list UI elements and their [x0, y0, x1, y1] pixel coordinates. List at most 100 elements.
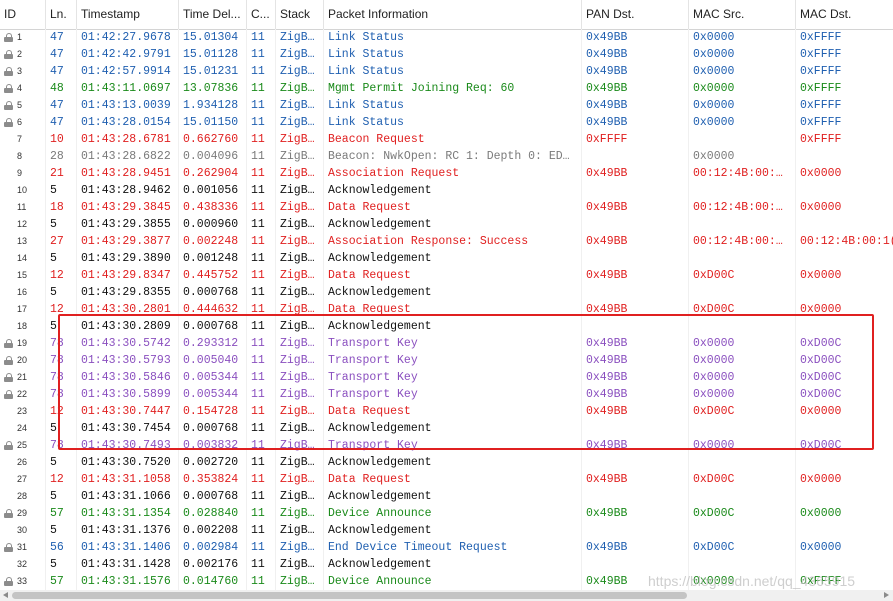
table-row[interactable]: 27 12 01:43:31.1058 0.353824 11 ZigB… Data Req… [0, 471, 893, 488]
table-row[interactable]: 29 57 01:43:31.1354 0.028840 11 ZigB… Device A… [0, 505, 893, 522]
table-row[interactable]: 11 18 01:43:29.3845 0.438336 11 ZigB… Data Req… [0, 199, 893, 216]
row-id: 7 [17, 134, 23, 144]
column-header-time-delta[interactable]: Time Del... [178, 0, 246, 29]
column-header-channel[interactable]: C... [246, 0, 275, 29]
cell-packet-information: Data Request [323, 471, 581, 488]
table-row[interactable]: 24 5 01:43:30.7454 0.000768 11 ZigB… Acknowled… [0, 420, 893, 437]
table-row[interactable]: 3 47 01:42:57.9914 15.01231 11 ZigB… Link Stat… [0, 63, 893, 80]
lock-icon [4, 339, 13, 348]
cell-id: 32 [0, 556, 44, 573]
table-row[interactable]: 17 12 01:43:30.2801 0.444632 11 ZigB… Data Req… [0, 301, 893, 318]
row-id: 29 [17, 508, 28, 518]
row-id: 24 [17, 423, 28, 433]
cell-packet-information: Data Request [323, 301, 581, 318]
cell-packet-information: Device Announce [323, 573, 581, 590]
cell-stack: ZigB… [275, 216, 323, 233]
cell-mac-dst [795, 216, 893, 233]
cell-mac-src: 0xD00C [688, 301, 795, 318]
row-id: 27 [17, 474, 28, 484]
column-header-mac-dst[interactable]: MAC Dst. [795, 0, 893, 29]
cell-id: 6 [0, 114, 44, 131]
cell-mac-src [688, 488, 795, 505]
cell-pan-dst: 0x49BB [581, 352, 688, 369]
cell-ln: 78 [45, 335, 76, 352]
cell-channel: 11 [246, 182, 275, 199]
cell-ln: 47 [45, 63, 76, 80]
table-row[interactable]: 20 78 01:43:30.5793 0.005040 11 ZigB… Transpor… [0, 352, 893, 369]
cell-ln: 27 [45, 233, 76, 250]
scroll-left-arrow-icon[interactable] [3, 592, 8, 598]
cell-timestamp: 01:43:28.9451 [76, 165, 178, 182]
cell-packet-information: Acknowledgement [323, 454, 581, 471]
table-row[interactable]: 10 5 01:43:28.9462 0.001056 11 ZigB… Acknowled… [0, 182, 893, 199]
cell-time-delta: 0.005344 [178, 369, 246, 386]
cell-channel: 11 [246, 165, 275, 182]
table-row[interactable]: 9 21 01:43:28.9451 0.262904 11 ZigB… Associati… [0, 165, 893, 182]
cell-channel: 11 [246, 267, 275, 284]
table-row[interactable]: 33 57 01:43:31.1576 0.014760 11 ZigB… Device A… [0, 573, 893, 590]
cell-timestamp: 01:43:29.3877 [76, 233, 178, 250]
table-row[interactable]: 8 28 01:43:28.6822 0.004096 11 ZigB… Beacon: N… [0, 148, 893, 165]
cell-time-delta: 15.01231 [178, 63, 246, 80]
table-row[interactable]: 28 5 01:43:31.1066 0.000768 11 ZigB… Acknowled… [0, 488, 893, 505]
column-header-stack[interactable]: Stack [275, 0, 323, 29]
column-header-id[interactable]: ID [0, 0, 45, 29]
column-header-mac-src[interactable]: MAC Src. [688, 0, 795, 29]
cell-mac-src: 0x0000 [688, 352, 795, 369]
cell-timestamp: 01:43:28.0154 [76, 114, 178, 131]
cell-packet-information: Mgmt Permit Joining Req: 60 [323, 80, 581, 97]
table-row[interactable]: 1 47 01:42:27.9678 15.01304 11 ZigB… Link Stat… [0, 29, 893, 46]
cell-time-delta: 0.445752 [178, 267, 246, 284]
table-row[interactable]: 26 5 01:43:30.7520 0.002720 11 ZigB… Acknowled… [0, 454, 893, 471]
table-row[interactable]: 2 47 01:42:42.9791 15.01128 11 ZigB… Link Stat… [0, 46, 893, 63]
table-row[interactable]: 25 78 01:43:30.7493 0.003832 11 ZigB… Transpor… [0, 437, 893, 454]
table-row[interactable]: 31 56 01:43:31.1406 0.002984 11 ZigB… End Devi… [0, 539, 893, 556]
table-row[interactable]: 16 5 01:43:29.8355 0.000768 11 ZigB… Acknowled… [0, 284, 893, 301]
table-row[interactable]: 14 5 01:43:29.3890 0.001248 11 ZigB… Acknowled… [0, 250, 893, 267]
cell-packet-information: Transport Key [323, 335, 581, 352]
cell-time-delta: 0.002984 [178, 539, 246, 556]
cell-id: 13 [0, 233, 44, 250]
table-row[interactable]: 19 78 01:43:30.5742 0.293312 11 ZigB… Transpor… [0, 335, 893, 352]
table-row[interactable]: 22 78 01:43:30.5899 0.005344 11 ZigB… Transpor… [0, 386, 893, 403]
table-row[interactable]: 30 5 01:43:31.1376 0.002208 11 ZigB… Acknowled… [0, 522, 893, 539]
cell-id: 25 [0, 437, 44, 454]
table-row[interactable]: 12 5 01:43:29.3855 0.000960 11 ZigB… Acknowled… [0, 216, 893, 233]
horizontal-scrollbar[interactable] [0, 590, 893, 601]
cell-mac-src: 0xD00C [688, 403, 795, 420]
scroll-right-arrow-icon[interactable] [884, 592, 889, 598]
column-header-timestamp[interactable]: Timestamp [76, 0, 178, 29]
cell-pan-dst: 0xFFFF [581, 131, 688, 148]
row-id: 17 [17, 304, 28, 314]
cell-pan-dst [581, 420, 688, 437]
table-row[interactable]: 4 48 01:43:11.0697 13.07836 11 ZigB… Mgmt Perm… [0, 80, 893, 97]
table-row[interactable]: 7 10 01:43:28.6781 0.662760 11 ZigB… Beacon Re… [0, 131, 893, 148]
column-header-ln[interactable]: Ln. [45, 0, 76, 29]
cell-packet-information: Acknowledgement [323, 318, 581, 335]
cell-packet-information: Device Announce [323, 505, 581, 522]
table-row[interactable]: 21 78 01:43:30.5846 0.005344 11 ZigB… Transpor… [0, 369, 893, 386]
cell-time-delta: 0.444632 [178, 301, 246, 318]
cell-packet-information: End Device Timeout Request [323, 539, 581, 556]
cell-channel: 11 [246, 454, 275, 471]
scrollbar-thumb[interactable] [12, 592, 687, 599]
cell-time-delta: 1.934128 [178, 97, 246, 114]
row-id: 31 [17, 542, 28, 552]
column-header-packet-information[interactable]: Packet Information [323, 0, 581, 29]
cell-timestamp: 01:42:42.9791 [76, 46, 178, 63]
cell-id: 5 [0, 97, 44, 114]
cell-channel: 11 [246, 556, 275, 573]
table-row[interactable]: 13 27 01:43:29.3877 0.002248 11 ZigB… Associat… [0, 233, 893, 250]
table-row[interactable]: 23 12 01:43:30.7447 0.154728 11 ZigB… Data Req… [0, 403, 893, 420]
table-row[interactable]: 32 5 01:43:31.1428 0.002176 11 ZigB… Acknowled… [0, 556, 893, 573]
cell-stack: ZigB… [275, 420, 323, 437]
table-row[interactable]: 18 5 01:43:30.2809 0.000768 11 ZigB… Acknowled… [0, 318, 893, 335]
cell-mac-dst: 0x0000 [795, 403, 893, 420]
column-header-pan-dst[interactable]: PAN Dst. [581, 0, 688, 29]
cell-pan-dst: 0x49BB [581, 63, 688, 80]
table-row[interactable]: 6 47 01:43:28.0154 15.01150 11 ZigB… Link Stat… [0, 114, 893, 131]
cell-channel: 11 [246, 437, 275, 454]
cell-channel: 11 [246, 131, 275, 148]
table-row[interactable]: 5 47 01:43:13.0039 1.934128 11 ZigB… Link Stat… [0, 97, 893, 114]
table-row[interactable]: 15 12 01:43:29.8347 0.445752 11 ZigB… Data Req… [0, 267, 893, 284]
